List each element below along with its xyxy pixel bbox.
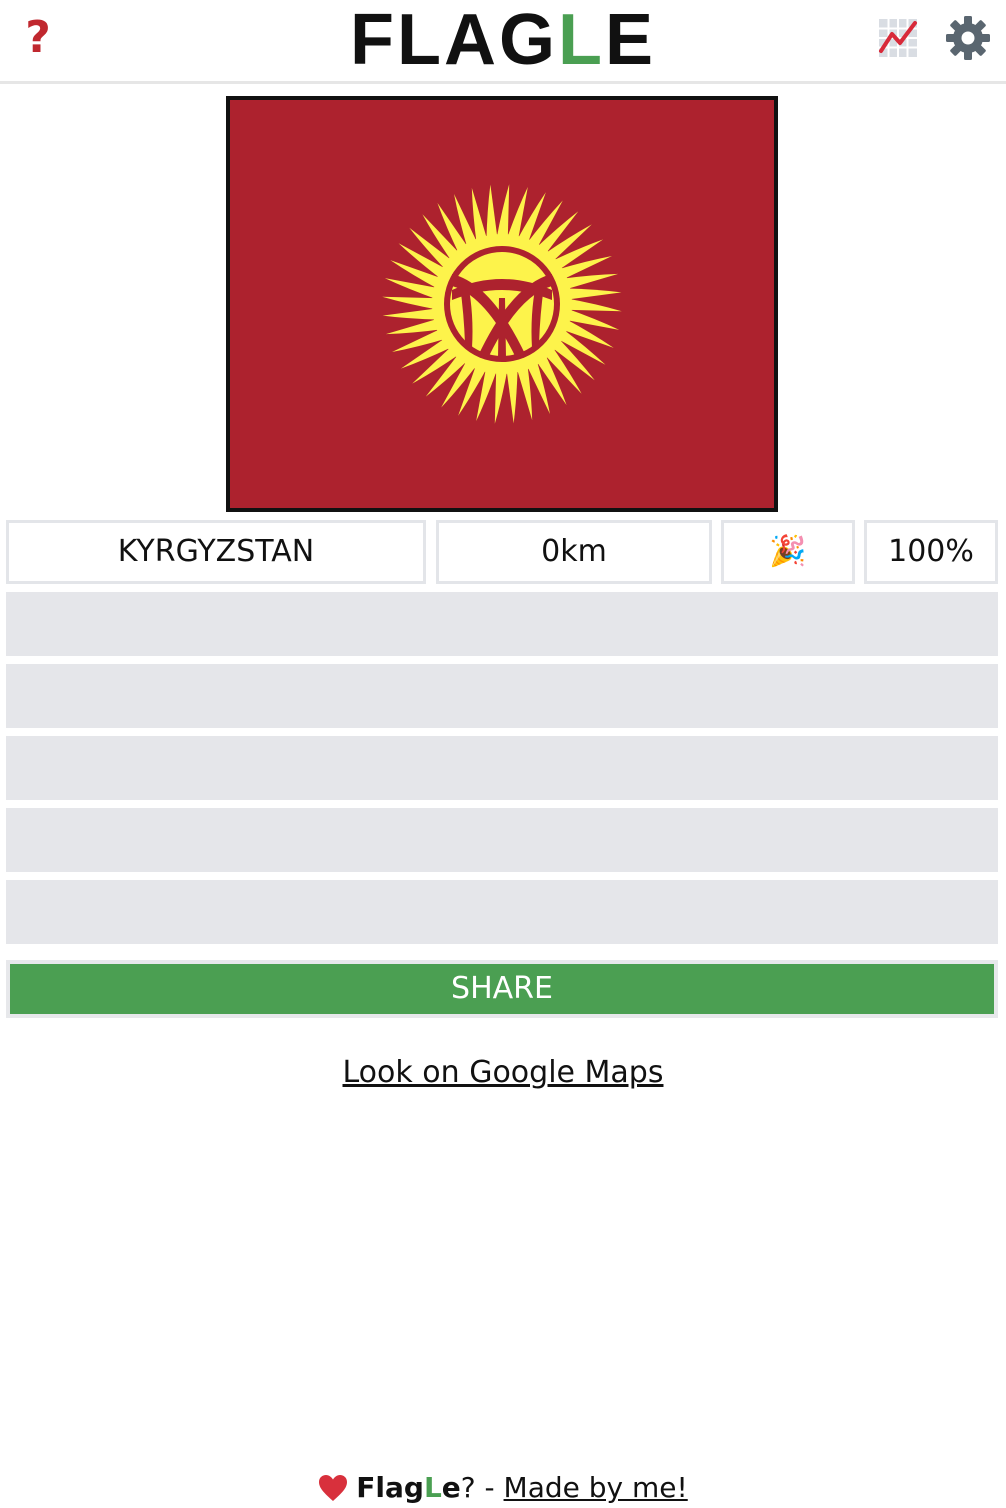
google-maps-link[interactable]: Look on Google Maps xyxy=(343,1055,664,1090)
maps-link-container: Look on Google Maps xyxy=(0,1052,1006,1094)
footer-question: ? - xyxy=(460,1471,504,1504)
footer-brand-accent: L xyxy=(423,1471,442,1504)
app-title: FLAGLE xyxy=(0,0,1006,80)
share-container: SHARE xyxy=(6,960,998,1018)
title-suffix: E xyxy=(604,0,656,80)
empty-guess-row xyxy=(6,808,998,872)
share-button[interactable]: SHARE xyxy=(10,964,994,1014)
stats-chart-icon xyxy=(879,19,917,57)
kyrgyzstan-flag xyxy=(230,100,774,508)
guess-row: KYRGYZSTAN 0km 🎉 100% xyxy=(6,520,998,584)
footer-brand-prefix: Flag xyxy=(356,1471,424,1504)
empty-guess-row xyxy=(6,592,998,656)
guess-proximity: 100% xyxy=(864,520,998,584)
header: ? FLAGLE xyxy=(0,0,1006,84)
heart-icon xyxy=(319,1475,348,1501)
title-accent-letter: L xyxy=(557,0,605,80)
flag-image xyxy=(226,96,778,512)
title-prefix: FLAG xyxy=(350,0,558,80)
footer: FlagLe? - Made by me! xyxy=(0,1468,1006,1508)
empty-guess-row xyxy=(6,664,998,728)
made-by-me-link[interactable]: Made by me! xyxy=(504,1471,688,1504)
stats-button[interactable] xyxy=(876,16,920,60)
guess-distance: 0km xyxy=(436,520,712,584)
party-popper-icon: 🎉 xyxy=(721,520,855,584)
direction-glyph: 🎉 xyxy=(769,534,807,569)
empty-guess-row xyxy=(6,736,998,800)
settings-button[interactable] xyxy=(944,14,992,62)
gear-icon xyxy=(946,16,990,60)
footer-brand: FlagLe xyxy=(356,1471,461,1504)
empty-guess-row xyxy=(6,880,998,944)
guess-country: KYRGYZSTAN xyxy=(6,520,426,584)
footer-brand-suffix: e xyxy=(441,1471,461,1504)
